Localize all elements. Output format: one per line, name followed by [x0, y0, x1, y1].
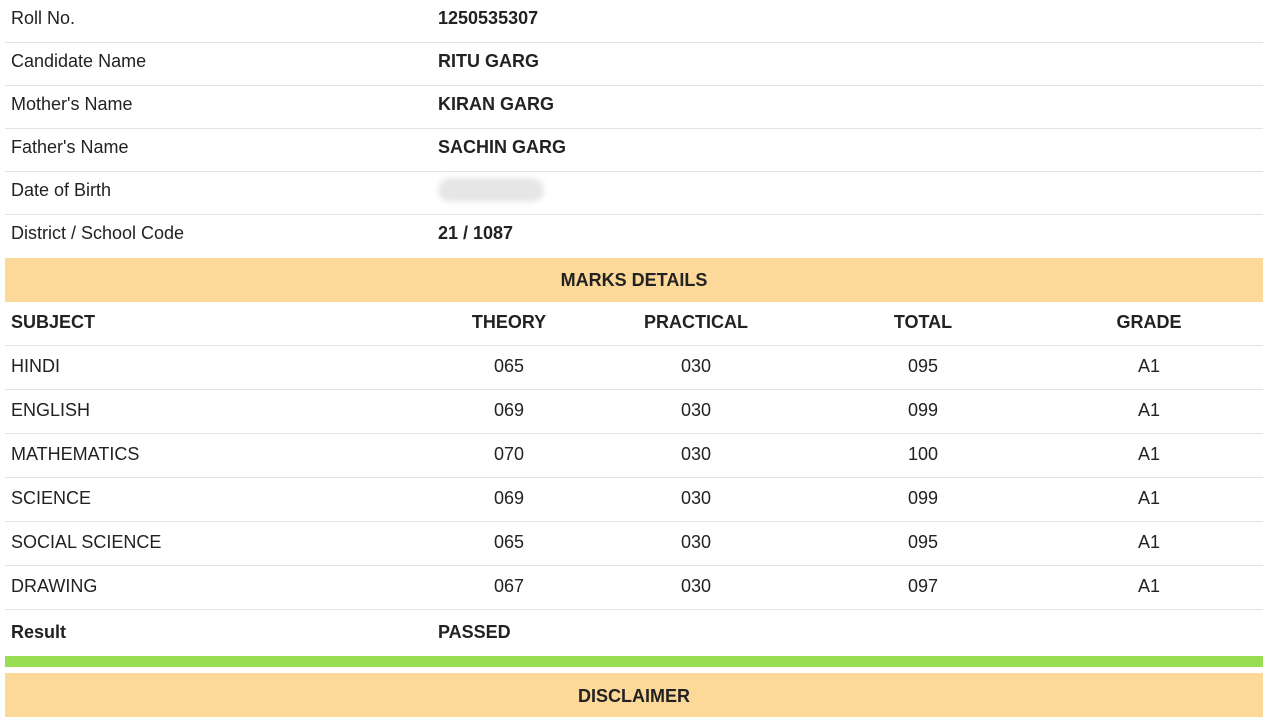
table-row: SOCIAL SCIENCE 065 030 095 A1: [5, 522, 1263, 566]
col-total-header: TOTAL: [893, 312, 953, 332]
father-name-value: SACHIN GARG: [438, 137, 567, 157]
subject-cell: DRAWING: [11, 576, 98, 596]
mother-name-label: Mother's Name: [11, 94, 133, 114]
theory-cell: 065: [493, 356, 525, 376]
result-sheet: Roll No. 1250535307 Candidate Name RITU …: [5, 0, 1263, 717]
total-cell: 100: [907, 444, 939, 464]
subject-cell: SOCIAL SCIENCE: [11, 532, 162, 552]
practical-cell: 030: [680, 576, 712, 596]
grade-cell: A1: [1137, 576, 1161, 596]
info-row-mother-name: Mother's Name KIRAN GARG: [5, 86, 1263, 129]
practical-cell: 030: [680, 532, 712, 552]
candidate-name-label: Candidate Name: [11, 51, 147, 71]
mother-name-value: KIRAN GARG: [438, 94, 554, 114]
date-of-birth-label: Date of Birth: [11, 180, 112, 200]
theory-cell: 070: [493, 444, 525, 464]
col-theory-header: THEORY: [471, 312, 547, 332]
grade-cell: A1: [1137, 532, 1161, 552]
info-row-district-school-code: District / School Code 21 / 1087: [5, 215, 1263, 258]
result-label: Result: [11, 622, 67, 642]
grade-cell: A1: [1137, 488, 1161, 508]
candidate-name-value: RITU GARG: [438, 51, 539, 71]
theory-cell: 067: [493, 576, 525, 596]
grade-cell: A1: [1137, 356, 1161, 376]
theory-cell: 069: [493, 488, 525, 508]
total-cell: 095: [907, 356, 939, 376]
total-cell: 099: [907, 488, 939, 508]
table-row: DRAWING 067 030 097 A1: [5, 566, 1263, 610]
district-school-code-value: 21 / 1087: [438, 223, 514, 243]
info-row-roll-no: Roll No. 1250535307: [5, 0, 1263, 43]
grade-cell: A1: [1137, 400, 1161, 420]
table-row: ENGLISH 069 030 099 A1: [5, 390, 1263, 434]
total-cell: 097: [907, 576, 939, 596]
father-name-label: Father's Name: [11, 137, 129, 157]
info-row-father-name: Father's Name SACHIN GARG: [5, 129, 1263, 172]
subject-cell: HINDI: [11, 356, 60, 376]
col-subject-header: SUBJECT: [11, 312, 96, 332]
table-row: MATHEMATICS 070 030 100 A1: [5, 434, 1263, 478]
table-row: HINDI 065 030 095 A1: [5, 346, 1263, 390]
theory-cell: 065: [493, 532, 525, 552]
marks-table-header: SUBJECT THEORY PRACTICAL TOTAL GRADE: [5, 302, 1263, 346]
theory-cell: 069: [493, 400, 525, 420]
info-row-date-of-birth: Date of Birth: [5, 172, 1263, 215]
district-school-code-label: District / School Code: [11, 223, 185, 243]
redacted-blur: [438, 178, 544, 202]
practical-cell: 030: [680, 356, 712, 376]
total-cell: 095: [907, 532, 939, 552]
date-of-birth-value: [438, 178, 544, 207]
marks-details-header: MARKS DETAILS: [5, 258, 1263, 302]
info-row-candidate-name: Candidate Name RITU GARG: [5, 43, 1263, 86]
col-practical-header: PRACTICAL: [644, 312, 748, 332]
subject-cell: ENGLISH: [11, 400, 91, 420]
roll-no-label: Roll No.: [11, 8, 76, 28]
result-value: PASSED: [438, 622, 511, 642]
grade-cell: A1: [1137, 444, 1161, 464]
result-status-bar: [5, 656, 1263, 667]
subject-cell: SCIENCE: [11, 488, 92, 508]
roll-no-value: 1250535307: [438, 8, 539, 28]
col-grade-header: GRADE: [1116, 312, 1182, 332]
total-cell: 099: [907, 400, 939, 420]
practical-cell: 030: [680, 488, 712, 508]
table-row: SCIENCE 069 030 099 A1: [5, 478, 1263, 522]
practical-cell: 030: [680, 444, 712, 464]
disclaimer-header: DISCLAIMER: [5, 673, 1263, 717]
subject-cell: MATHEMATICS: [11, 444, 140, 464]
practical-cell: 030: [680, 400, 712, 420]
result-row: Result PASSED: [5, 610, 1263, 654]
